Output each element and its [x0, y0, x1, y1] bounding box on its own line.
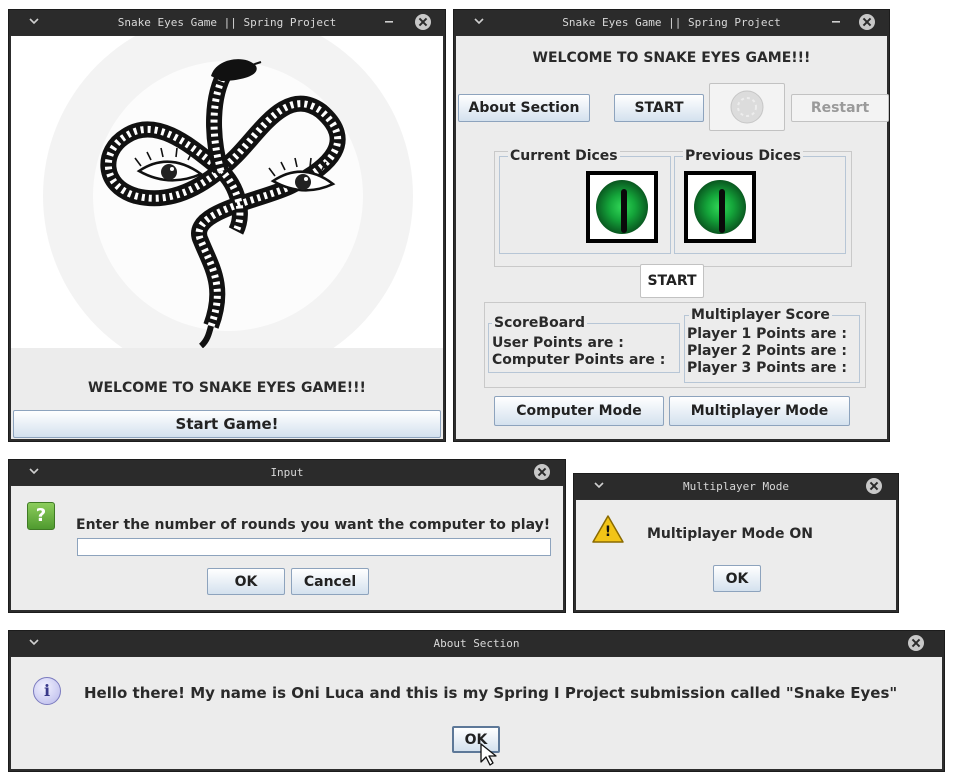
title-bar: Snake Eyes Game || Spring Project [454, 10, 889, 35]
game-window: Snake Eyes Game || Spring Project WELCOM… [453, 9, 890, 442]
player3-points-label: Player 3 Points are : [687, 360, 847, 376]
rounds-input[interactable] [77, 538, 551, 556]
start-button[interactable]: START [614, 94, 704, 122]
snake-eye-die-face [596, 180, 648, 234]
mouse-cursor-icon [480, 743, 497, 766]
welcome-label: WELCOME TO SNAKE EYES GAME!!! [532, 50, 811, 66]
dice-image-button[interactable] [709, 83, 785, 131]
window-title: Snake Eyes Game || Spring Project [562, 16, 781, 29]
minimize-icon[interactable] [383, 15, 395, 27]
dialog-title: Input [270, 466, 304, 479]
question-icon: ? [27, 502, 55, 530]
about-message: Hello there! My name is Oni Luca and thi… [84, 684, 898, 702]
cancel-button[interactable]: Cancel [291, 568, 369, 595]
input-message: Enter the number of rounds you want the … [76, 517, 551, 533]
restart-button[interactable]: Restart [791, 94, 889, 122]
multiplayer-dialog-body: ! Multiplayer Mode ON OK [576, 500, 896, 610]
dialog-title: Multiplayer Mode [683, 480, 789, 493]
player1-points-label: Player 1 Points are : [687, 326, 847, 342]
close-icon[interactable] [859, 14, 875, 30]
start-game-button[interactable]: Start Game! [13, 410, 441, 438]
multiplayer-score-title: Multiplayer Score [689, 307, 832, 323]
snake-eye-die-face [694, 180, 746, 234]
warning-icon-glyph: ! [604, 524, 612, 540]
close-icon[interactable] [534, 464, 550, 480]
main-window: Snake Eyes Game || Spring Project WELCOM… [8, 9, 446, 442]
player2-points-label: Player 2 Points are : [687, 343, 847, 359]
welcome-label: WELCOME TO SNAKE EYES GAME!!! [88, 380, 366, 396]
about-dialog: About Section i Hello there! My name is … [8, 630, 945, 772]
info-icon: i [33, 677, 61, 705]
snake-eyes-artwork [43, 36, 413, 348]
previous-dices-label: Previous Dices [683, 148, 803, 164]
current-die [586, 171, 658, 243]
close-icon[interactable] [866, 478, 882, 494]
scoreboard-title: ScoreBoard [492, 315, 588, 331]
input-dialog: Input ? Enter the number of rounds you w… [8, 459, 566, 613]
game-panel: WELCOME TO SNAKE EYES GAME!!! About Sect… [456, 36, 889, 439]
close-icon[interactable] [415, 14, 431, 30]
main-panel: WELCOME TO SNAKE EYES GAME!!! Start Game… [11, 36, 443, 439]
previous-die [684, 171, 756, 243]
dialog-title: About Section [433, 637, 520, 650]
ok-button[interactable]: OK [207, 568, 285, 595]
input-dialog-body: ? Enter the number of rounds you want th… [11, 486, 563, 610]
about-section-button[interactable]: About Section [458, 94, 590, 122]
multiplayer-mode-dialog: Multiplayer Mode ! Multiplayer Mode ON O… [573, 473, 899, 613]
title-bar: Snake Eyes Game || Spring Project [9, 10, 445, 35]
computer-mode-button[interactable]: Computer Mode [494, 396, 664, 426]
ok-button[interactable]: OK [713, 565, 761, 592]
title-bar: Multiplayer Mode [574, 474, 898, 499]
info-icon-glyph: i [43, 681, 51, 700]
multiplayer-mode-button[interactable]: Multiplayer Mode [669, 396, 850, 426]
user-points-label: User Points are : [492, 335, 624, 351]
window-title: Snake Eyes Game || Spring Project [117, 16, 337, 29]
current-dices-label: Current Dices [508, 148, 620, 164]
title-bar: About Section [9, 631, 944, 656]
minimize-icon[interactable] [830, 15, 842, 27]
title-bar: Input [9, 460, 565, 485]
computer-points-label: Computer Points are : [492, 352, 666, 368]
about-dialog-body: i Hello there! My name is Oni Luca and t… [11, 657, 942, 769]
question-icon-glyph: ? [35, 505, 47, 526]
close-icon[interactable] [908, 635, 924, 651]
dice-placeholder-icon [730, 90, 764, 124]
start-roll-button[interactable]: START [640, 264, 704, 298]
welcome-area [11, 348, 443, 410]
multiplayer-message: Multiplayer Mode ON [647, 526, 813, 542]
